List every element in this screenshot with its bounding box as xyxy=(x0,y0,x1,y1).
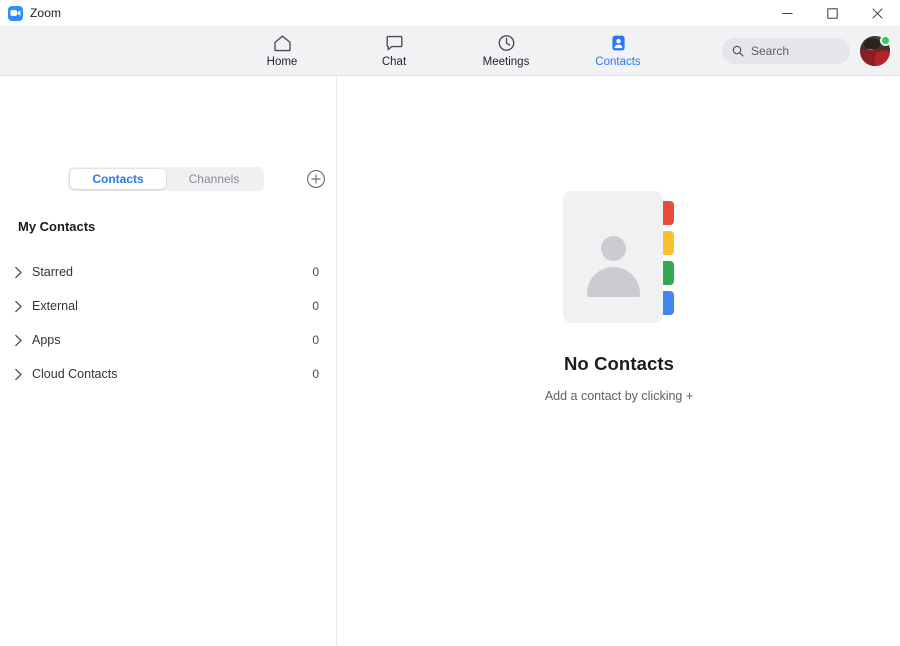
group-count: 0 xyxy=(312,367,319,381)
home-icon xyxy=(272,32,293,54)
chevron-right-icon xyxy=(14,368,32,381)
empty-state-title: No Contacts xyxy=(563,353,675,374)
tab-channels-label: Channels xyxy=(188,172,240,186)
list-item-cloud-contacts[interactable]: Cloud Contacts 0 xyxy=(0,357,337,391)
zoom-video-logo-icon xyxy=(8,5,23,21)
search-placeholder: Search xyxy=(751,43,790,58)
contact-groups-list: Starred 0 External 0 Apps 0 Cloud Contac… xyxy=(0,255,337,391)
title-bar: Zoom xyxy=(0,0,900,26)
search-input[interactable]: Search xyxy=(722,37,850,64)
nav-label-meetings: Meetings xyxy=(482,56,530,68)
nav-label-chat: Chat xyxy=(381,56,407,68)
list-item-external[interactable]: External 0 xyxy=(0,289,337,323)
contacts-person-icon xyxy=(608,32,629,54)
maximize-button[interactable] xyxy=(810,0,855,26)
nav-item-meetings[interactable]: Meetings xyxy=(468,28,544,74)
chevron-right-icon xyxy=(14,266,32,279)
profile-avatar-button[interactable] xyxy=(860,34,891,66)
empty-state: No Contacts Add a contact by clicking + xyxy=(338,77,900,517)
title-bar-left: Zoom xyxy=(0,5,62,21)
status-badge xyxy=(880,34,891,46)
empty-state-subtitle: Add a contact by clicking + xyxy=(544,389,694,403)
group-count: 0 xyxy=(312,265,319,279)
tab-channels[interactable]: Channels xyxy=(166,169,262,189)
minimize-button[interactable] xyxy=(765,0,810,26)
zoom-app-window: Zoom Home Chat Meetings Contacts Search … xyxy=(0,0,900,646)
chevron-right-icon xyxy=(14,300,32,313)
main-navigation-bar: Home Chat Meetings Contacts Search xyxy=(0,26,900,76)
plus-circle-icon xyxy=(307,170,325,188)
contacts-main-panel: No Contacts Add a contact by clicking + xyxy=(338,77,900,646)
group-label: Cloud Contacts xyxy=(32,367,118,381)
tab-contacts-label: Contacts xyxy=(92,172,144,186)
group-label: External xyxy=(32,299,78,313)
group-label: Starred xyxy=(32,265,73,279)
nav-item-home[interactable]: Home xyxy=(244,28,320,74)
tab-contacts[interactable]: Contacts xyxy=(70,169,166,189)
search-icon xyxy=(732,45,744,57)
list-item-apps[interactable]: Apps 0 xyxy=(0,323,337,357)
group-count: 0 xyxy=(312,333,319,347)
group-count: 0 xyxy=(312,299,319,313)
window-title: Zoom xyxy=(30,6,62,20)
nav-item-chat[interactable]: Chat xyxy=(356,28,432,74)
group-label: Apps xyxy=(32,333,61,347)
nav-label-home: Home xyxy=(266,56,298,68)
chat-bubble-icon xyxy=(384,32,405,54)
add-contact-button[interactable] xyxy=(306,169,326,189)
nav-label-contacts: Contacts xyxy=(595,56,641,68)
chevron-right-icon xyxy=(14,334,32,347)
contacts-channels-toggle: Contacts Channels xyxy=(68,167,264,191)
nav-item-contacts[interactable]: Contacts xyxy=(580,28,656,74)
close-button[interactable] xyxy=(855,0,900,26)
window-controls xyxy=(765,0,900,26)
address-book-icon xyxy=(563,191,675,323)
person-head-shape xyxy=(601,236,626,261)
contacts-sidebar: Contacts Channels My Contacts Starred 0 xyxy=(0,77,337,646)
nav-right-cluster: Search xyxy=(722,26,891,75)
page-title: My Contacts xyxy=(18,219,96,234)
list-item-starred[interactable]: Starred 0 xyxy=(0,255,337,289)
clock-icon xyxy=(496,32,517,54)
